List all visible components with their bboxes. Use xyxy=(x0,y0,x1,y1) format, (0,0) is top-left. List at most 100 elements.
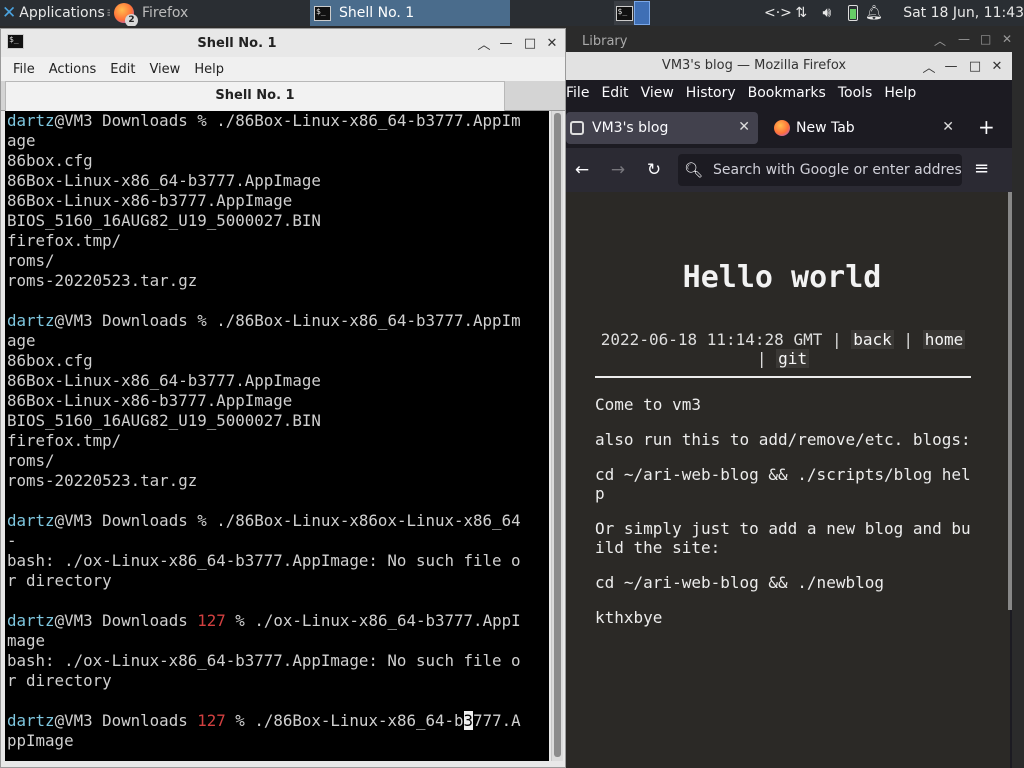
terminal-line: 86Box-Linux-x86-b3777.AppImage xyxy=(7,191,293,210)
terminal-line: 86Box-Linux-x86-b3777.AppImage xyxy=(7,391,293,410)
terminal-tab[interactable]: Shell No. 1 xyxy=(5,81,505,111)
minimize-icon[interactable]: — xyxy=(495,29,517,57)
xfce-logo-icon: ✕ xyxy=(2,3,17,23)
terminal-line: BIOS_5160_16AUG82_U19_5000027.BIN xyxy=(7,411,321,430)
page-scrollbar[interactable] xyxy=(1008,192,1012,610)
minimize-icon[interactable]: — xyxy=(958,32,970,46)
text-cursor: 3 xyxy=(463,711,474,730)
forward-arrow-icon[interactable]: → xyxy=(606,158,630,182)
prompt-host: @VM3 Downloads xyxy=(54,611,198,630)
terminal-line: bash: ./ox-Linux-x86_64-b3777.AppImage: … xyxy=(7,651,521,670)
taskbar-shell[interactable]: $_ Shell No. 1 xyxy=(310,0,510,26)
terminal-icon: $_ xyxy=(615,5,633,21)
terminal-line: age xyxy=(7,331,36,350)
prompt-user: dartz xyxy=(7,511,55,530)
tab-vm3-blog[interactable]: VM3's blog ✕ xyxy=(566,112,758,144)
menu-actions[interactable]: Actions xyxy=(49,62,97,77)
tab-strip: VM3's blog ✕ New Tab ✕ + xyxy=(566,108,1012,148)
url-bar[interactable]: 🔍︎ xyxy=(678,154,962,186)
tab-close-icon[interactable]: ✕ xyxy=(738,119,750,135)
terminal-line: roms/ xyxy=(7,451,55,470)
menu-edit[interactable]: Edit xyxy=(601,85,628,101)
workspace-switcher[interactable]: $_ xyxy=(614,0,652,26)
close-icon[interactable]: ✕ xyxy=(986,52,1008,80)
new-tab-plus-icon[interactable]: + xyxy=(978,117,995,137)
terminal-line: 86box.cfg xyxy=(7,351,93,370)
tab-close-icon[interactable]: ✕ xyxy=(942,119,954,135)
link-home[interactable]: home xyxy=(922,330,966,349)
terminal-scrollbar[interactable] xyxy=(551,111,563,761)
terminal-tab-bar: Shell No. 1 xyxy=(1,81,565,111)
menu-history[interactable]: History xyxy=(686,85,736,101)
terminal-line: age xyxy=(7,131,36,150)
link-git[interactable]: git xyxy=(776,349,810,368)
url-input[interactable] xyxy=(713,162,962,178)
terminal-lines: dartz@VM3 Downloads % ./86Box-Linux-x86_… xyxy=(7,111,521,751)
hamburger-menu-icon[interactable]: ≡ xyxy=(974,158,989,179)
close-icon[interactable]: ✕ xyxy=(541,29,563,57)
network-arrows-icon[interactable]: <·> xyxy=(764,5,792,21)
maximize-icon[interactable]: □ xyxy=(964,52,986,80)
prompt-user: dartz xyxy=(7,311,55,330)
terminal-line: 86Box-Linux-x86_64-b3777.AppImage xyxy=(7,171,321,190)
firefox-titlebar[interactable]: VM3's blog — Mozilla Firefox ︿ — □ ✕ xyxy=(566,52,1012,80)
taskbar-firefox[interactable]: 2 Firefox xyxy=(110,0,308,26)
menu-file[interactable]: File xyxy=(13,62,35,77)
post-date: 2022-06-18 11:14:28 GMT xyxy=(600,330,823,349)
terminal-line: dartz@VM3 Downloads 127 % ./ox-Linux-x86… xyxy=(7,611,521,631)
chevron-up-icon[interactable]: ︿ xyxy=(473,29,495,57)
network-updown-icon[interactable]: ⇅ xyxy=(791,5,812,21)
menu-bookmarks[interactable]: Bookmarks xyxy=(748,85,826,101)
terminal-icon: $_ xyxy=(7,34,24,49)
terminal-line: BIOS_5160_16AUG82_U19_5000027.BIN xyxy=(7,211,321,230)
maximize-icon[interactable]: □ xyxy=(519,29,541,57)
library-title: Library xyxy=(582,34,628,49)
notification-bell-icon[interactable]: 🔔︎ xyxy=(864,5,885,21)
volume-icon[interactable]: 🔊︎ xyxy=(817,5,838,21)
clock[interactable]: Sat 18 Jun, 11:43 xyxy=(903,5,1024,21)
terminal-output[interactable]: dartz@VM3 Downloads % ./86Box-Linux-x86_… xyxy=(5,111,549,761)
close-icon[interactable]: ✕ xyxy=(1002,32,1012,46)
menu-edit[interactable]: Edit xyxy=(110,62,135,77)
menu-help[interactable]: Help xyxy=(884,85,916,101)
menu-view[interactable]: View xyxy=(149,62,180,77)
terminal-line: dartz@VM3 Downloads % ./86Box-Linux-x86_… xyxy=(7,311,521,331)
system-tray: <·> ⇅ 🔊︎ 🔔︎ Sat 18 Jun, 11:43 xyxy=(764,0,1024,26)
back-arrow-icon[interactable]: ← xyxy=(570,158,594,182)
applications-menu[interactable]: ✕ Applications xyxy=(0,0,106,26)
workspace-1[interactable]: $_ xyxy=(614,1,634,25)
maximize-icon[interactable]: □ xyxy=(980,32,991,46)
taskbar-shell-label: Shell No. 1 xyxy=(339,5,415,21)
terminal-line: r directory xyxy=(7,571,112,590)
firefox-menubar: File Edit View History Bookmarks Tools H… xyxy=(566,80,1012,106)
terminal-line: dartz@VM3 Downloads % ./86Box-Linux-x86o… xyxy=(7,511,521,531)
terminal-line: firefox.tmp/ xyxy=(7,431,122,450)
tab-new-tab[interactable]: New Tab ✕ xyxy=(768,112,962,144)
terminal-line: dartz@VM3 Downloads 127 % ./86Box-Linux-… xyxy=(7,711,521,731)
battery-icon[interactable] xyxy=(848,5,858,21)
reload-icon[interactable]: ↻ xyxy=(642,158,666,182)
scrollbar-thumb[interactable] xyxy=(554,113,561,757)
terminal-line: roms-20220523.tar.gz xyxy=(7,471,198,490)
menu-tools[interactable]: Tools xyxy=(838,85,873,101)
terminal-titlebar[interactable]: $_ Shell No. 1 ︿ — □ ✕ xyxy=(1,29,565,57)
applications-label: Applications xyxy=(19,5,105,21)
workspace-2[interactable] xyxy=(634,1,650,25)
link-back[interactable]: back xyxy=(851,330,894,349)
prompt-user: dartz xyxy=(7,711,55,730)
menu-file[interactable]: File xyxy=(566,85,589,101)
terminal-line: roms/ xyxy=(7,251,55,270)
prompt-host: @VM3 Downloads xyxy=(54,511,198,530)
chevron-up-icon[interactable]: ︿ xyxy=(934,32,946,49)
command-text: % ./86Box-Linux-x86_64-b3777.AppIm xyxy=(197,111,521,130)
chevron-up-icon[interactable]: ︿ xyxy=(918,52,940,80)
minimize-icon[interactable]: — xyxy=(940,52,962,80)
menu-view[interactable]: View xyxy=(641,85,674,101)
terminal-line: 86box.cfg xyxy=(7,151,93,170)
menu-help[interactable]: Help xyxy=(194,62,224,77)
top-panel: ✕ Applications ≡ 2 Firefox $_ Shell No. … xyxy=(0,0,1024,26)
prompt-user: dartz xyxy=(7,611,55,630)
